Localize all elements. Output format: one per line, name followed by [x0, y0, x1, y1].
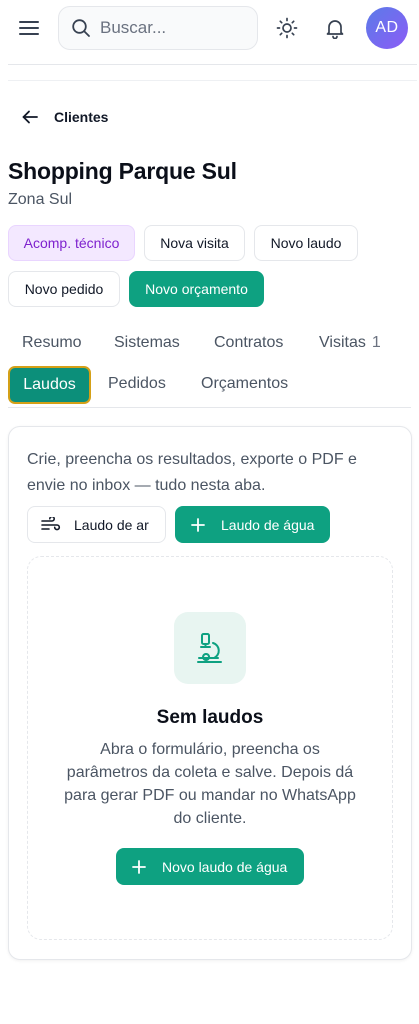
empty-state-icon-box [174, 612, 246, 684]
plus-icon [191, 517, 205, 532]
tab-pedidos[interactable]: Pedidos [108, 375, 166, 393]
tab-orcamentos[interactable]: Orçamentos [201, 375, 288, 393]
laudos-intro-text: Crie, preencha os resultados, exporte o … [27, 451, 357, 494]
new-order-button[interactable]: Novo pedido [8, 271, 120, 307]
empty-state-title: Sem laudos [156, 707, 264, 728]
empty-state-description: Abra o formulário, preencha os parâmetro… [64, 741, 356, 827]
menu-button[interactable] [16, 16, 42, 40]
sun-icon [276, 17, 298, 39]
tab-resumo[interactable]: Resumo [22, 334, 82, 352]
back-label: Clientes [54, 109, 109, 125]
arrow-left-icon [22, 110, 38, 124]
tab-visitas[interactable]: Visitas 1 [319, 334, 381, 352]
search-input[interactable] [100, 18, 240, 38]
theme-toggle-button[interactable] [273, 14, 301, 42]
client-zone: Zona Sul [8, 191, 73, 208]
search-icon [72, 19, 90, 37]
tag-acomp-tecnico[interactable]: Acomp. técnico [8, 225, 135, 261]
header-divider-secondary [8, 80, 417, 81]
new-water-report-label: Novo laudo de água [162, 858, 288, 875]
new-report-button[interactable]: Novo laudo [254, 225, 358, 261]
new-quote-button[interactable]: Novo orçamento [129, 271, 264, 307]
tabs-divider [8, 407, 411, 408]
page-title: Shopping Parque Sul [8, 158, 237, 184]
tab-laudos[interactable]: Laudos [8, 366, 91, 404]
wind-icon [41, 516, 61, 530]
water-report-label: Laudo de água [221, 516, 315, 533]
back-to-clients-link[interactable]: Clientes [22, 109, 108, 125]
bell-icon [326, 20, 344, 39]
hamburger-icon [19, 21, 39, 35]
avatar[interactable]: AD [366, 7, 408, 49]
plus-icon [132, 859, 146, 874]
air-report-label: Laudo de ar [74, 516, 149, 533]
microscope-icon [197, 633, 222, 663]
new-visit-button[interactable]: Nova visita [144, 225, 245, 261]
header-divider [8, 64, 417, 65]
tab-contratos[interactable]: Contratos [214, 334, 283, 352]
tab-sistemas[interactable]: Sistemas [114, 334, 180, 352]
tab-visitas-count: 1 [371, 334, 381, 351]
notifications-button[interactable] [321, 14, 349, 42]
water-report-button[interactable]: Laudo de água [175, 506, 330, 543]
search-box[interactable] [58, 6, 258, 50]
top-bar: AD [0, 0, 419, 58]
air-report-button[interactable]: Laudo de ar [27, 506, 166, 543]
new-water-report-button[interactable]: Novo laudo de água [116, 848, 304, 885]
tab-visitas-label: Visitas [319, 334, 366, 351]
